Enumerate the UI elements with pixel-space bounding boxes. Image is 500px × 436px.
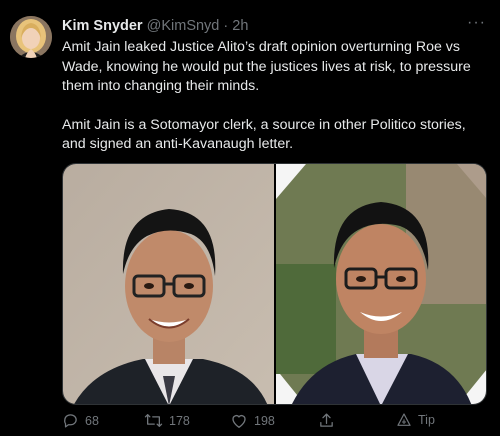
action-bar: 68 178 198 Tip [62, 412, 452, 434]
tip-icon [396, 412, 412, 428]
reply-icon [62, 412, 79, 429]
tweet-paragraph: Amit Jain is a Sotomayor clerk, a source… [62, 116, 466, 153]
author-handle[interactable]: @KimSnyd [147, 18, 220, 34]
like-count: 198 [254, 413, 275, 428]
like-icon [230, 412, 248, 429]
separator-dot: · [223, 18, 229, 34]
tweet[interactable]: Kim Snyder @KimSnyd · 2h ··· Amit Jain l… [0, 0, 500, 436]
retweet-count: 178 [169, 413, 190, 428]
photo-left[interactable] [63, 164, 274, 404]
share-icon [318, 412, 335, 429]
more-options-icon[interactable]: ··· [467, 14, 486, 32]
reply-count: 68 [85, 413, 99, 428]
reply-button[interactable]: 68 [62, 412, 99, 429]
tweet-text: Amit Jain leaked Justice Alito’s draft o… [62, 38, 482, 155]
retweet-button[interactable]: 178 [144, 412, 190, 429]
tip-label: Tip [418, 413, 435, 427]
tip-button[interactable]: Tip [396, 412, 435, 428]
photo-right[interactable] [276, 164, 486, 404]
avatar[interactable] [10, 16, 52, 58]
like-button[interactable]: 198 [230, 412, 275, 429]
tweet-header: Kim Snyder @KimSnyd · 2h ··· [62, 14, 486, 38]
share-button[interactable] [318, 412, 335, 429]
retweet-icon [144, 412, 163, 429]
author-name[interactable]: Kim Snyder [62, 18, 143, 34]
tweet-paragraph: Amit Jain leaked Justice Alito’s draft o… [62, 39, 471, 94]
media-grid [62, 163, 487, 405]
timestamp[interactable]: 2h [232, 18, 248, 34]
